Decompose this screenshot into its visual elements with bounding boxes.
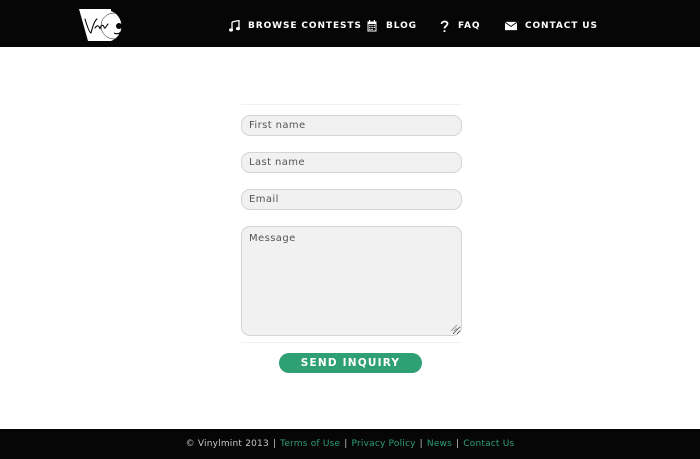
nav-faq-label: FAQ: [458, 21, 481, 31]
footer-link-news[interactable]: News: [427, 439, 452, 449]
nav-blog[interactable]: BLOG: [366, 16, 417, 36]
footer-separator: |: [344, 439, 348, 449]
question-mark-icon: [438, 19, 450, 33]
footer-link-privacy[interactable]: Privacy Policy: [352, 439, 416, 449]
form-bottom-divider: [241, 342, 462, 343]
send-inquiry-button[interactable]: SEND INQUIRY: [279, 353, 422, 373]
last-name-input[interactable]: [241, 152, 462, 173]
calendar-icon: [366, 19, 378, 33]
first-name-input[interactable]: [241, 115, 462, 136]
nav-contact-us[interactable]: CONTACT US: [505, 16, 598, 36]
footer-separator: |: [456, 439, 460, 449]
nav-browse-contests[interactable]: BROWSE CONTESTS: [228, 16, 362, 36]
email-input[interactable]: [241, 189, 462, 210]
vinylmint-logo[interactable]: [78, 7, 136, 43]
footer-separator: |: [419, 439, 423, 449]
message-textarea[interactable]: [241, 226, 462, 336]
nav-faq[interactable]: FAQ: [438, 16, 480, 36]
nav-blog-label: BLOG: [386, 21, 417, 31]
footer-separator: |: [272, 439, 277, 449]
site-footer: © Vinylmint 2013 | Terms of Use | Privac…: [0, 429, 700, 459]
music-note-icon: [228, 19, 240, 33]
site-header: BROWSE CONTESTS BLOG FAQ CONTACT US: [0, 0, 700, 47]
form-top-divider: [241, 104, 462, 105]
nav-contact-us-label: CONTACT US: [525, 21, 598, 31]
envelope-icon: [505, 19, 517, 33]
resize-grip-icon[interactable]: [450, 324, 458, 332]
footer-link-terms[interactable]: Terms of Use: [280, 439, 340, 449]
copyright-text: © Vinylmint 2013: [185, 439, 269, 449]
nav-browse-contests-label: BROWSE CONTESTS: [248, 21, 362, 31]
footer-link-contact[interactable]: Contact Us: [463, 439, 514, 449]
